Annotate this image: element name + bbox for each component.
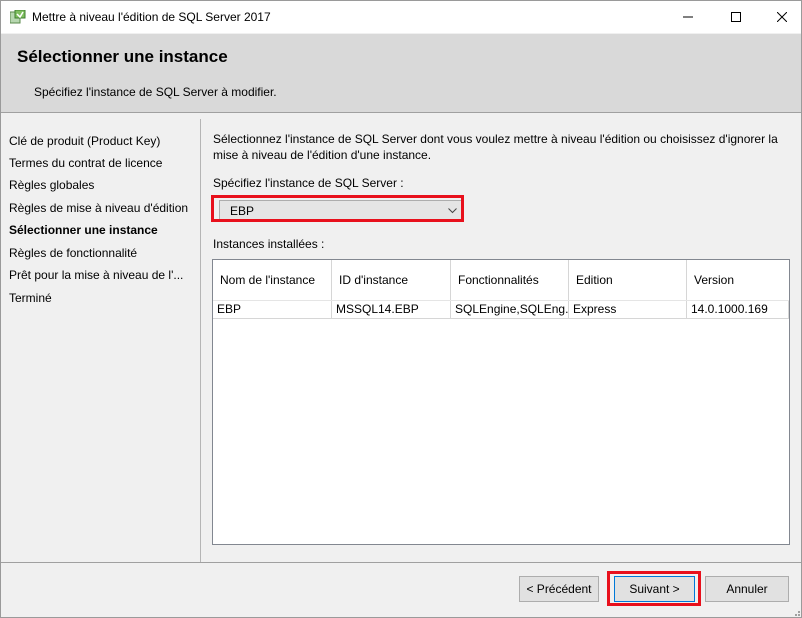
setup-window: Mettre à niveau l'édition de SQL Server … [0,0,802,618]
nav-divider [200,119,201,563]
wizard-steps-nav: Clé de produit (Product Key) Termes du c… [1,113,200,561]
nav-item-complete[interactable]: Terminé [9,291,52,305]
column-header-instance-name[interactable]: Nom de l'instance [213,260,332,300]
column-header-version[interactable]: Version [687,260,789,300]
cancel-button[interactable]: Annuler [705,576,789,602]
cell-version: 14.0.1000.169 [687,301,789,319]
column-header-instance-id[interactable]: ID d'instance [332,260,451,300]
cell-edition: Express [569,301,687,319]
cell-features: SQLEngine,SQLEng... [451,301,569,319]
minimize-icon [683,16,693,18]
nav-item-feature-rules[interactable]: Règles de fonctionnalité [9,246,137,260]
instance-select-highlight [211,195,464,222]
instance-select-label: Spécifiez l'instance de SQL Server : [213,176,404,190]
nav-item-edition-upgrade-rules[interactable]: Règles de mise à niveau d'édition [9,201,188,215]
cell-instance-name: EBP [213,301,332,319]
installed-instances-label: Instances installées : [213,237,325,251]
next-button-highlight [607,571,701,606]
column-header-edition[interactable]: Edition [569,260,687,300]
table-row[interactable]: EBP MSSQL14.EBP SQLEngine,SQLEng... Expr… [213,301,789,319]
nav-item-select-instance[interactable]: Sélectionner une instance [9,223,158,237]
nav-item-global-rules[interactable]: Règles globales [9,178,94,192]
previous-button[interactable]: < Précédent [519,576,599,602]
sql-server-setup-icon [10,10,26,24]
close-button[interactable] [759,1,802,33]
nav-item-license-terms[interactable]: Termes du contrat de licence [9,156,162,170]
title-bar[interactable]: Mettre à niveau l'édition de SQL Server … [1,1,801,33]
table-header-row: Nom de l'instance ID d'instance Fonction… [213,260,789,300]
page-subtitle: Spécifiez l'instance de SQL Server à mod… [34,85,277,99]
column-header-features[interactable]: Fonctionnalités [451,260,569,300]
footer-divider [1,562,801,563]
nav-item-product-key[interactable]: Clé de produit (Product Key) [9,134,160,148]
page-title: Sélectionner une instance [17,47,228,66]
page-header: Sélectionner une instance Spécifiez l'in… [1,34,801,112]
maximize-icon [731,12,741,22]
nav-item-ready-to-upgrade[interactable]: Prêt pour la mise à niveau de l'... [9,268,183,282]
resize-grip-icon[interactable] [791,607,801,617]
minimize-button[interactable] [665,1,711,33]
installed-instances-table: Nom de l'instance ID d'instance Fonction… [212,259,790,545]
cell-instance-id: MSSQL14.EBP [332,301,451,319]
close-icon [777,12,787,22]
window-title: Mettre à niveau l'édition de SQL Server … [32,10,271,24]
maximize-button[interactable] [713,1,759,33]
instance-description: Sélectionnez l'instance de SQL Server do… [213,132,778,162]
